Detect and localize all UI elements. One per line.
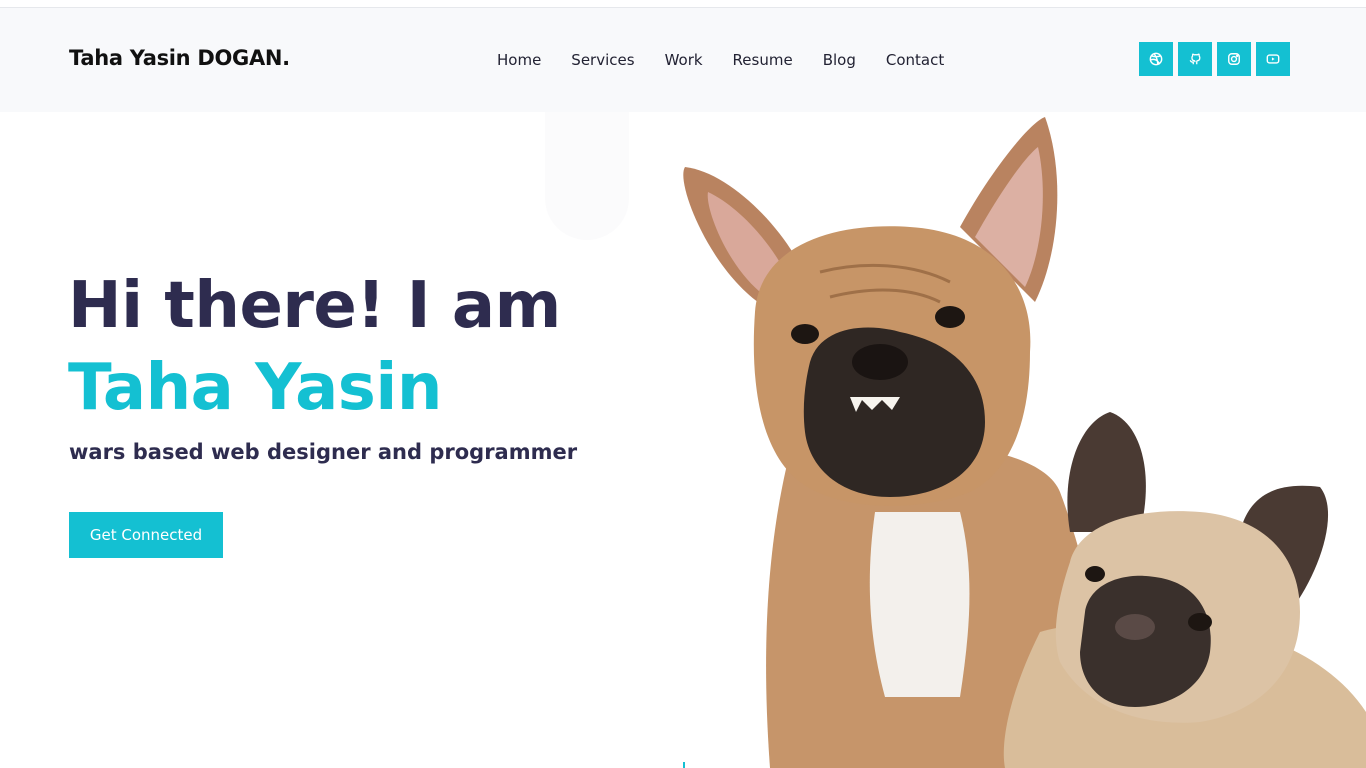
hero-greeting: Hi there! I am	[68, 269, 561, 343]
small-dog-left-ear	[1067, 412, 1146, 532]
scroll-indicator	[683, 762, 685, 768]
site-logo[interactable]: Taha Yasin DOGAN.	[69, 46, 290, 70]
decorative-shape	[545, 112, 629, 240]
get-connected-button[interactable]: Get Connected	[69, 512, 223, 558]
big-dog-chest	[869, 512, 970, 697]
main-nav: Home Services Work Resume Blog Contact	[497, 50, 974, 70]
nav-contact[interactable]: Contact	[886, 50, 944, 70]
instagram-icon[interactable]	[1217, 42, 1251, 76]
github-icon[interactable]	[1178, 42, 1212, 76]
nav-services[interactable]: Services	[571, 50, 634, 70]
nav-home[interactable]: Home	[497, 50, 541, 70]
nav-resume[interactable]: Resume	[733, 50, 793, 70]
nav-blog[interactable]: Blog	[823, 50, 856, 70]
hero-dogs-image	[683, 117, 1366, 768]
social-links	[1139, 42, 1290, 76]
hero-name: Taha Yasin	[68, 351, 442, 425]
youtube-icon[interactable]	[1256, 42, 1290, 76]
nav-work[interactable]: Work	[665, 50, 703, 70]
site-header: Taha Yasin DOGAN. Home Services Work Res…	[0, 8, 1366, 112]
dribbble-icon[interactable]	[1139, 42, 1173, 76]
top-border	[0, 0, 1366, 8]
hero-subtitle: wars based web designer and programmer	[69, 440, 578, 464]
